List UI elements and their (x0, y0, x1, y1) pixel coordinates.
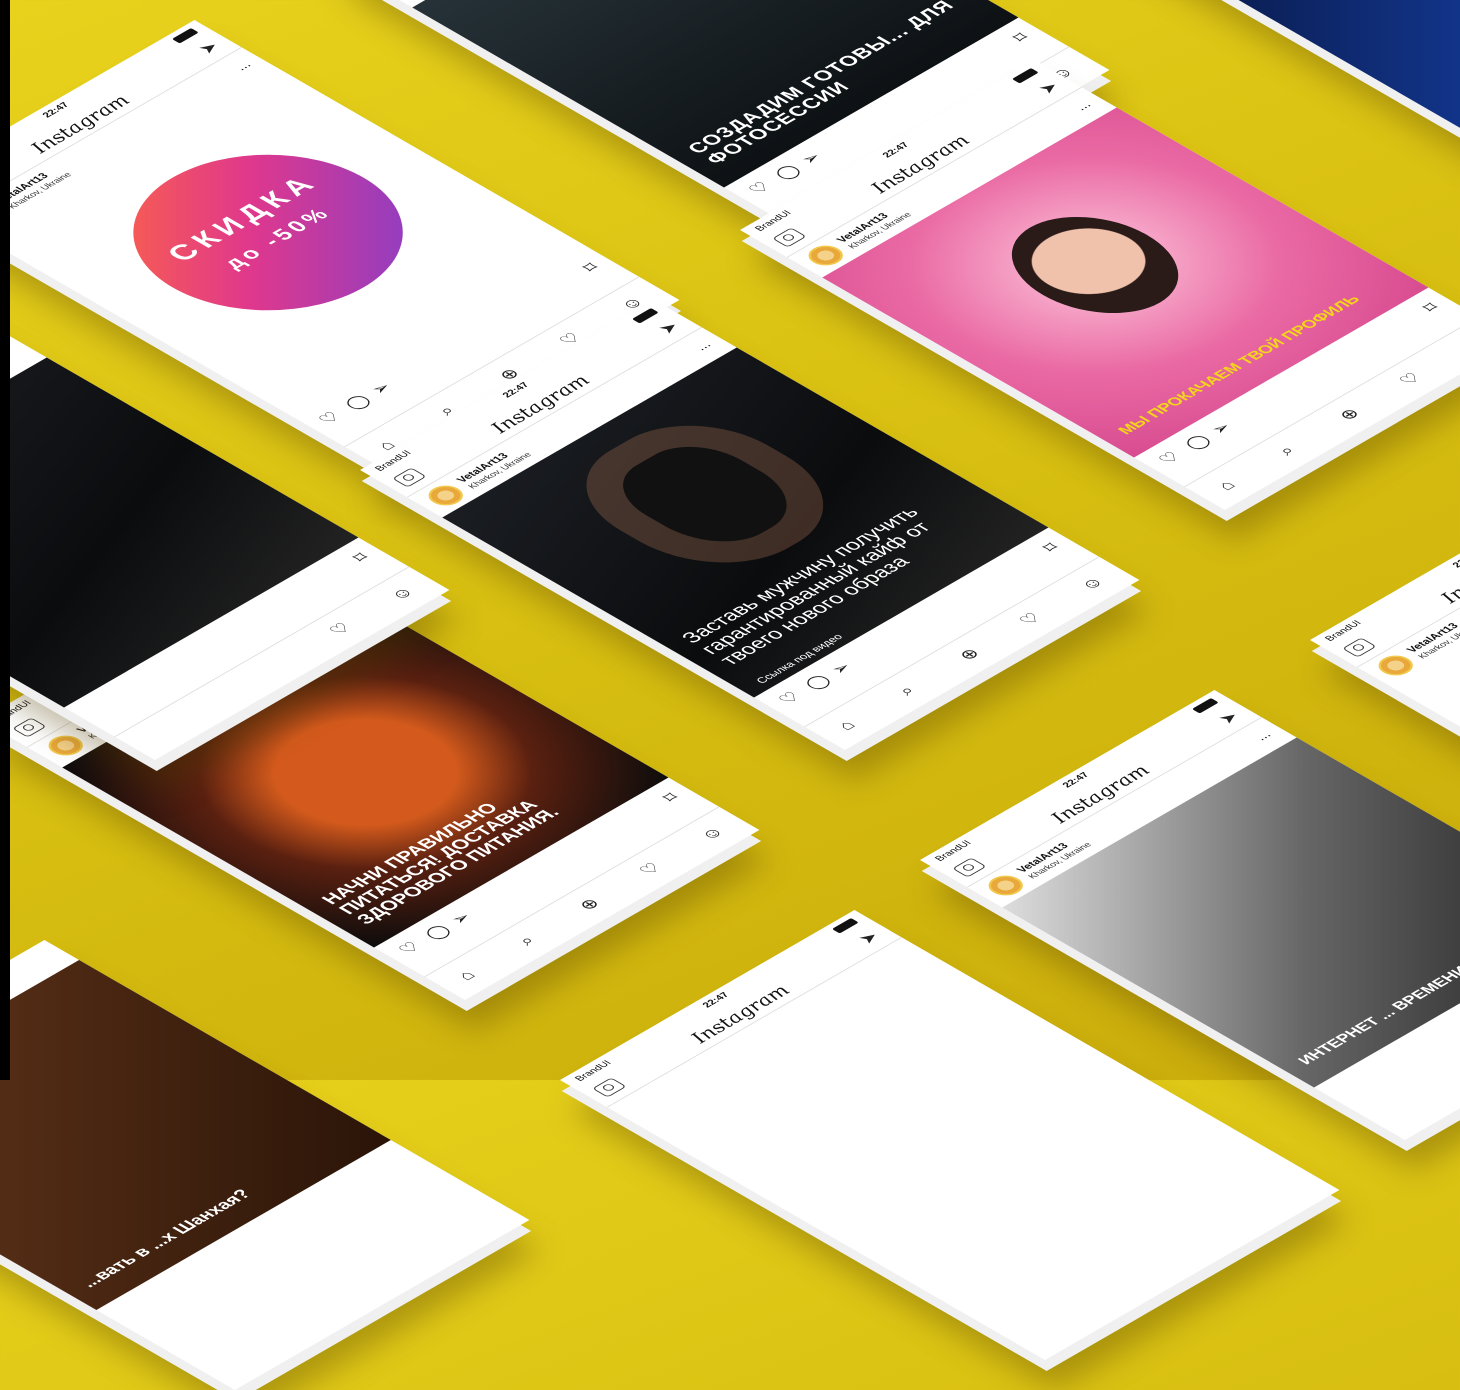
bunny-mask-image (598, 432, 815, 558)
instagram-logo: Instagram (684, 981, 796, 1047)
comment-icon[interactable]: ◯ (340, 392, 376, 413)
woman-in-water-image (978, 197, 1212, 333)
comment-icon[interactable]: ◯ (1180, 432, 1216, 453)
app-header: Instagram ➤ (577, 920, 903, 1108)
bookmark-icon[interactable]: ⌑ (658, 790, 684, 805)
activity-heart-icon[interactable]: ♡ (1395, 370, 1427, 389)
home-icon[interactable]: ⌂ (1213, 478, 1241, 494)
comment-icon[interactable]: ◯ (770, 162, 806, 183)
more-options-icon[interactable]: ... (1250, 729, 1274, 743)
bookmark-icon[interactable]: ⌑ (578, 260, 604, 275)
profile-icon[interactable]: ☺ (1075, 574, 1109, 594)
post-caption: ...вать в ...х Шанхая? (75, 1186, 256, 1291)
bookmark-icon[interactable]: ⌑ (1008, 30, 1034, 45)
profile-icon[interactable]: ☺ (1455, 334, 1460, 354)
profile-icon[interactable]: ☺ (385, 584, 419, 604)
share-icon[interactable]: ➢ (826, 659, 857, 677)
post-image (1182, 0, 1460, 148)
status-time: 22:47 (700, 991, 733, 1010)
add-icon[interactable]: ⊕ (1334, 405, 1365, 423)
heart-icon[interactable]: ♡ (394, 939, 426, 958)
bookmark-icon[interactable]: ⌑ (1418, 300, 1444, 315)
instagram-post-card-shanghai: ...вать в ...х Шанхая? (0, 940, 530, 1390)
share-icon[interactable]: ➢ (796, 149, 827, 167)
comment-icon[interactable]: ◯ (420, 922, 456, 943)
share-icon[interactable]: ➢ (446, 909, 477, 927)
home-icon[interactable]: ⌂ (833, 718, 861, 734)
more-options-icon[interactable]: ... (1070, 99, 1094, 113)
avatar[interactable] (1371, 651, 1420, 680)
add-icon[interactable]: ⊕ (574, 895, 605, 913)
post-caption: ИНТЕРНЕТ ... ВРЕМЕНИ (1295, 964, 1460, 1068)
search-icon[interactable]: ⌕ (1273, 443, 1300, 459)
home-icon[interactable]: ⌂ (453, 968, 481, 984)
profile-icon[interactable]: ☺ (695, 824, 729, 844)
more-options-icon[interactable]: ... (690, 339, 714, 353)
status-bar: BrandUI 22:47 (560, 910, 872, 1090)
comment-icon[interactable]: ◯ (800, 672, 836, 693)
activity-heart-icon[interactable]: ♡ (1015, 610, 1047, 629)
share-icon[interactable]: ➢ (366, 379, 397, 397)
black-edge-strip (0, 0, 10, 1080)
share-icon[interactable]: ➢ (1206, 419, 1237, 437)
search-icon[interactable]: ⌕ (513, 933, 540, 949)
add-icon[interactable]: ⊕ (954, 645, 985, 663)
heart-icon[interactable]: ♡ (774, 689, 806, 708)
activity-heart-icon[interactable]: ♡ (635, 860, 667, 879)
heart-icon[interactable]: ♡ (314, 409, 346, 428)
heart-icon[interactable]: ♡ (1154, 449, 1186, 468)
search-icon[interactable]: ⌕ (893, 683, 920, 699)
heart-icon[interactable]: ♡ (744, 179, 776, 198)
post-image: ...вать в ...х Шанхая? (0, 960, 391, 1310)
bookmark-icon[interactable]: ⌑ (1038, 540, 1064, 555)
activity-heart-icon[interactable]: ♡ (325, 620, 357, 639)
more-options-icon[interactable]: ... (230, 59, 254, 73)
bookmark-icon[interactable]: ⌑ (348, 550, 374, 565)
